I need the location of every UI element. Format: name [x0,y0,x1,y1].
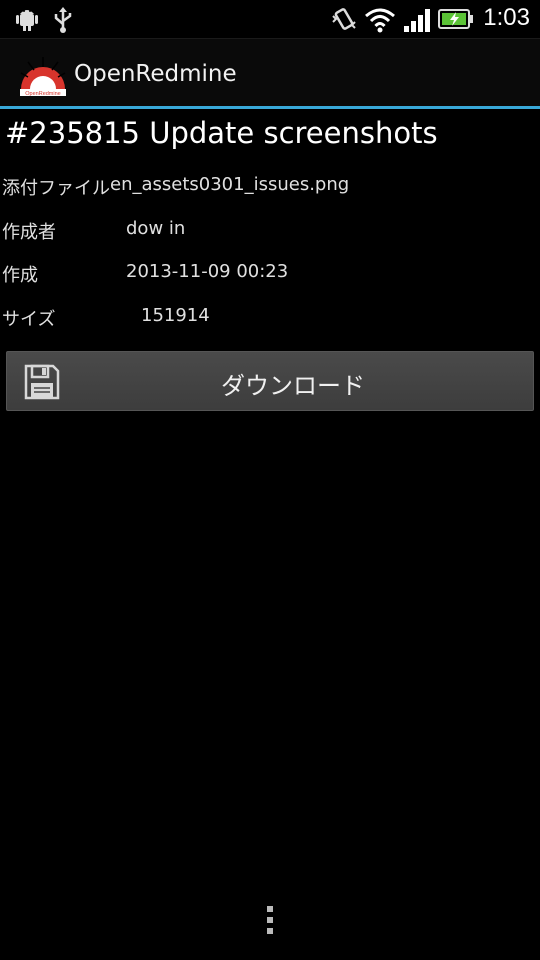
app-title: OpenRedmine [74,61,237,87]
download-button[interactable]: ダウンロード [6,351,534,411]
action-bar-divider [0,106,540,109]
action-bar: OpenRedmine OpenRedmine [0,38,540,106]
app-logo-icon[interactable]: OpenRedmine [18,53,68,97]
author-label: 作成者 [2,222,56,243]
signal-icon [404,9,430,32]
created-value: 2013-11-09 00:23 [126,261,289,282]
attachment-label: 添付ファイル [2,178,110,199]
download-label: ダウンロード [221,372,365,400]
size-label: サイズ [2,309,56,330]
battery-charging-icon [438,9,473,29]
created-label: 作成 [2,265,38,286]
size-value: 151914 [141,305,210,326]
vibrate-icon [332,8,356,30]
usb-icon [54,7,72,33]
author-value: dow in [126,218,186,239]
issue-title: #235815 Update screenshots [5,116,438,150]
wifi-icon [365,8,395,33]
android-debug-icon [16,10,38,31]
attachment-value: en_assets0301_issues.png [110,174,350,195]
status-bar: 1:03 [0,0,540,38]
status-clock: 1:03 [483,4,530,31]
overflow-menu-icon[interactable] [264,906,276,946]
logo-text: OpenRedmine [25,91,60,97]
